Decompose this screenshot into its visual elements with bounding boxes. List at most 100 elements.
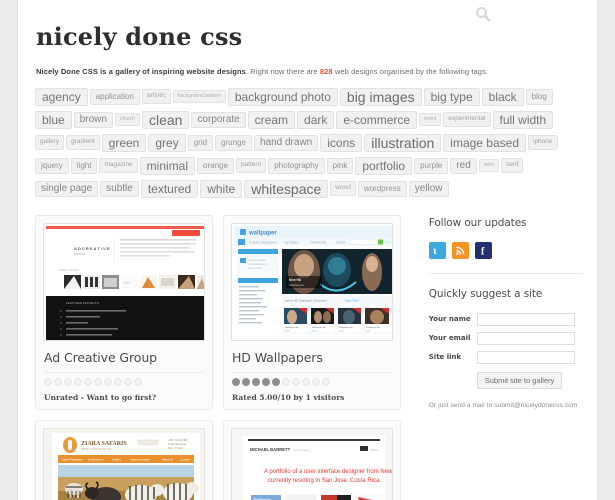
tag-big-images[interactable]: big images: [339, 87, 422, 106]
rating-dot[interactable]: [84, 377, 92, 386]
tag-full-width[interactable]: full width: [492, 110, 554, 129]
rating-dot[interactable]: [302, 377, 310, 386]
your-email-input[interactable]: [476, 331, 575, 345]
tag-clean[interactable]: clean: [141, 110, 190, 129]
tag-dark[interactable]: dark: [297, 110, 335, 129]
rating-dot[interactable]: [54, 377, 62, 386]
tag-retro[interactable]: retro: [478, 159, 500, 172]
site-link-label: Site link: [428, 353, 462, 361]
sidebar: Follow our updates t f Quickly suggest a…: [428, 215, 583, 500]
tag-background-pattern[interactable]: background pattern: [172, 90, 226, 103]
tag-white[interactable]: white: [200, 179, 243, 198]
tag-black[interactable]: black: [481, 87, 524, 106]
tag-serif[interactable]: serif: [501, 158, 524, 173]
gallery-card[interactable]: wallpaper Popular Wallpapers Top Rated C…: [223, 214, 401, 410]
rating-dot[interactable]: [114, 377, 122, 386]
tag-experimental[interactable]: experimental: [443, 112, 491, 127]
your-name-input[interactable]: [476, 312, 575, 326]
tag-photography[interactable]: photography: [268, 157, 325, 174]
tag-green[interactable]: green: [101, 133, 147, 152]
tag-big-type[interactable]: big type: [423, 87, 480, 106]
tag-background-photo[interactable]: background photo: [227, 87, 338, 106]
svg-text:+254 733 123 456: +254 733 123 456: [168, 439, 188, 442]
card-title[interactable]: Ad Creative Group: [44, 350, 205, 365]
rating-dot[interactable]: [282, 377, 290, 386]
rating-dot[interactable]: [124, 377, 132, 386]
rating-dot[interactable]: [64, 377, 72, 386]
tag-jquery[interactable]: jquery: [35, 157, 69, 174]
tag-iphone[interactable]: iphone: [528, 135, 558, 150]
rating-dot[interactable]: [292, 377, 300, 386]
tag-single-page[interactable]: single page: [35, 180, 99, 197]
tag-cream[interactable]: cream: [247, 110, 296, 129]
rating-dot[interactable]: [272, 377, 280, 386]
portfolio-thumbnail[interactable]: MICHAEL BARRETT UI Designer menu A portf…: [231, 427, 393, 500]
tag-pattern[interactable]: pattern: [235, 158, 267, 173]
submit-site-button[interactable]: Submit site to gallery: [476, 371, 563, 389]
tag-brown[interactable]: brown: [73, 111, 113, 128]
tag-pink[interactable]: pink: [326, 157, 354, 174]
rating-dot[interactable]: [104, 377, 112, 386]
tag-light[interactable]: light: [70, 157, 98, 174]
ziara-safaris-thumbnail[interactable]: ZIARA SAFARIS KENYA TOURS & TRAVEL +254 …: [43, 427, 205, 500]
gallery-card[interactable]: ZIARA SAFARIS KENYA TOURS & TRAVEL +254 …: [35, 419, 213, 500]
gallery-card[interactable]: A D C R E A T I V E GROUP LATEST WORK AD…: [35, 214, 213, 410]
rating-dot[interactable]: [322, 377, 330, 386]
tag-blue[interactable]: blue: [35, 110, 72, 129]
tag-illustration[interactable]: illustration: [364, 133, 442, 152]
rating-dot[interactable]: [252, 377, 260, 386]
tag-subtle[interactable]: subtle: [100, 180, 139, 197]
tag-image-based[interactable]: image based: [443, 133, 526, 152]
tag-portfolio[interactable]: portfolio: [355, 156, 413, 175]
rating-dot[interactable]: [74, 377, 82, 386]
tag-church[interactable]: church: [114, 113, 140, 126]
search-icon[interactable]: [475, 6, 491, 22]
tag-grey[interactable]: grey: [148, 133, 186, 152]
tag-gallery[interactable]: gallery: [35, 135, 65, 150]
tag-minimal[interactable]: minimal: [139, 156, 196, 175]
rating-dot[interactable]: [44, 377, 52, 386]
tag-grid[interactable]: grid: [187, 134, 214, 151]
rating-dot[interactable]: [232, 377, 240, 386]
tag-corporate[interactable]: corporate: [191, 111, 246, 128]
hd-wallpapers-thumbnail[interactable]: wallpaper Popular Wallpapers Top Rated C…: [231, 222, 393, 341]
tag-artistic[interactable]: artistic: [141, 89, 171, 104]
tag-event[interactable]: event: [419, 113, 442, 126]
site-link-input[interactable]: [476, 350, 575, 364]
tag-hand-drawn[interactable]: hand drawn: [253, 134, 319, 151]
tag-magazine[interactable]: magazine: [99, 158, 138, 173]
rating-dots[interactable]: [44, 371, 205, 386]
facebook-icon[interactable]: f: [474, 241, 492, 259]
tag-cloud: agency application artistic background patt…: [35, 87, 583, 203]
tag-purple[interactable]: purple: [414, 157, 449, 174]
rating-dots[interactable]: [232, 371, 393, 386]
tag-red[interactable]: red: [450, 157, 477, 174]
rss-icon[interactable]: [451, 241, 469, 259]
rating-dot[interactable]: [312, 377, 320, 386]
tag-gradient[interactable]: gradient: [66, 135, 100, 150]
tag-application[interactable]: application: [89, 88, 140, 105]
tag-blog[interactable]: blog: [525, 88, 553, 105]
submit-email-link[interactable]: submit@nicelydonecss.com: [494, 402, 577, 409]
tag-grunge[interactable]: grunge: [215, 134, 252, 151]
svg-text:Popular Wallpapers: Popular Wallpapers: [249, 240, 277, 244]
gallery-card[interactable]: MICHAEL BARRETT UI Designer menu A portf…: [223, 419, 401, 500]
svg-text:menu: menu: [370, 447, 378, 451]
rating-dot[interactable]: [134, 377, 142, 386]
tag-icons[interactable]: icons: [320, 133, 363, 152]
ad-creative-group-thumbnail[interactable]: A D C R E A T I V E GROUP LATEST WORK AD…: [43, 222, 205, 341]
rating-dot[interactable]: [262, 377, 270, 386]
tag-whitespace[interactable]: whitespace: [244, 179, 329, 198]
tag-orange[interactable]: orange: [197, 157, 234, 174]
svg-text:View: View: [366, 330, 371, 332]
tag-textured[interactable]: textured: [140, 179, 199, 198]
tag-agency[interactable]: agency: [35, 87, 88, 106]
rating-dot[interactable]: [94, 377, 102, 386]
tag-e-commerce[interactable]: e-commerce: [336, 110, 418, 129]
tag-wood[interactable]: wood: [330, 181, 356, 196]
twitter-icon[interactable]: t: [428, 241, 446, 259]
rating-dot[interactable]: [242, 377, 250, 386]
card-title[interactable]: HD Wallpapers: [232, 350, 393, 365]
tag-wordpress[interactable]: wordpress: [357, 180, 407, 197]
tag-yellow[interactable]: yellow: [408, 180, 449, 197]
